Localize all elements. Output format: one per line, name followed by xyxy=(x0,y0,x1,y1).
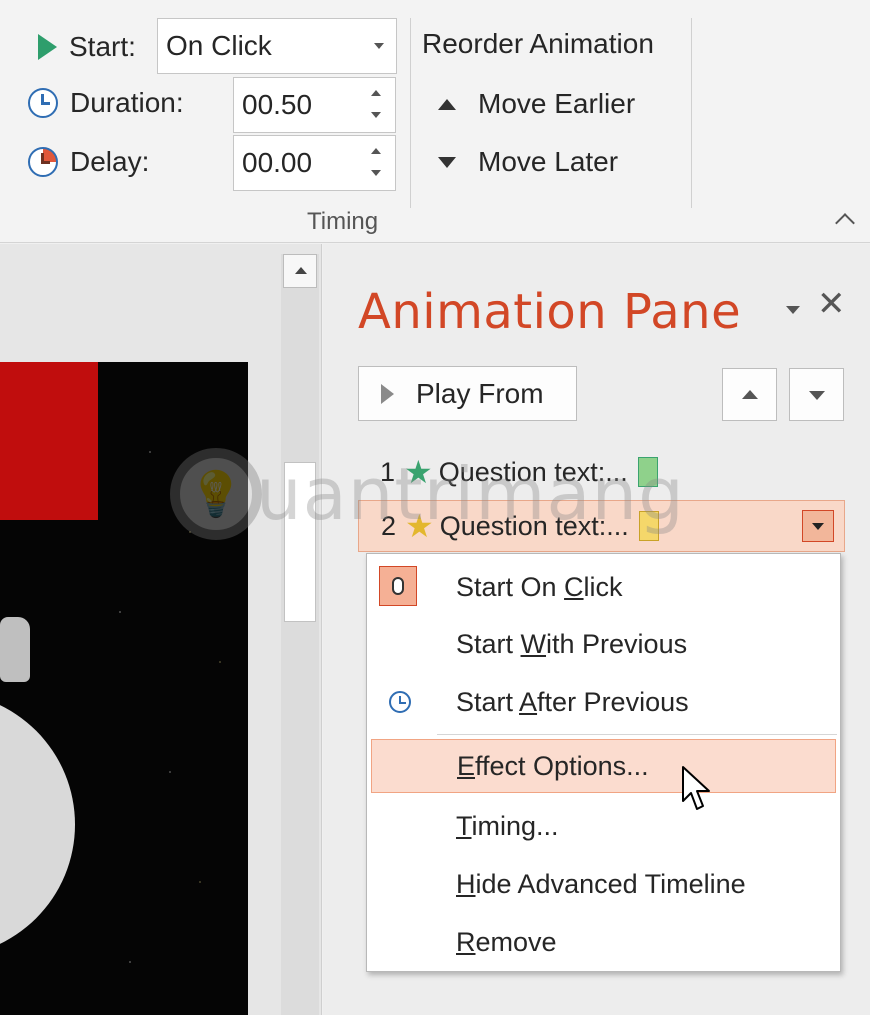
ribbon-divider xyxy=(691,18,692,208)
duration-label: Duration: xyxy=(70,87,184,118)
spin-down-icon[interactable] xyxy=(371,112,381,118)
menu-accel: E xyxy=(457,750,476,781)
delay-label: Delay: xyxy=(70,146,150,177)
move-earlier-button[interactable]: Move Earlier xyxy=(438,88,635,120)
close-icon[interactable]: ✕ xyxy=(817,284,846,324)
lightbulb-icon: 💡 xyxy=(170,448,262,540)
menu-accel: A xyxy=(519,686,538,717)
collapse-ribbon-icon[interactable] xyxy=(835,213,855,233)
menu-text: ith Previous xyxy=(546,628,688,659)
menu-text: ide Advanced Timeline xyxy=(475,868,746,899)
slide-red-shape[interactable] xyxy=(0,362,98,520)
ribbon-divider xyxy=(410,18,411,208)
astronaut-image[interactable] xyxy=(0,617,30,682)
menu-text: fter Previous xyxy=(537,686,689,717)
start-label: Start: xyxy=(69,31,136,62)
start-row: Start: xyxy=(38,31,136,63)
start-value: On Click xyxy=(166,30,272,61)
menu-item-start-with-previous[interactable]: Start With Previous xyxy=(371,617,836,671)
item-dropdown-button[interactable] xyxy=(802,510,834,542)
duration-value: 00.50 xyxy=(242,89,313,120)
move-earlier-label: Move Earlier xyxy=(478,88,636,119)
move-up-button[interactable] xyxy=(722,368,777,421)
delay-value: 00.00 xyxy=(242,147,313,178)
play-from-button[interactable]: Play From xyxy=(358,366,577,421)
menu-text: Start xyxy=(456,628,521,659)
duration-clock-icon xyxy=(28,88,58,118)
menu-text: emove xyxy=(475,926,557,957)
play-from-label: Play From xyxy=(416,377,544,409)
mouse-cursor-icon xyxy=(682,766,710,810)
watermark: 💡 uantrimang xyxy=(170,448,685,540)
slide-editor xyxy=(0,244,322,1015)
menu-text: Start xyxy=(456,686,520,717)
watermark-text: uantrimang xyxy=(256,452,685,536)
vertical-scrollbar[interactable] xyxy=(281,254,319,1015)
menu-item-hide-advanced-timeline[interactable]: Hide Advanced Timeline xyxy=(371,857,836,911)
menu-item-remove[interactable]: Remove xyxy=(371,915,836,969)
delay-row: Delay: xyxy=(28,146,149,178)
menu-accel: C xyxy=(564,571,584,602)
context-menu: Start On Click Start With Previous Start… xyxy=(366,553,841,972)
duration-row: Duration: xyxy=(28,87,184,119)
menu-text: iming... xyxy=(471,810,559,841)
delay-spinner[interactable]: 00.00 xyxy=(233,135,396,191)
move-later-button[interactable]: Move Later xyxy=(438,146,618,178)
menu-item-start-after-previous[interactable]: Start After Previous xyxy=(371,675,836,729)
menu-text: lick xyxy=(583,571,623,602)
menu-accel: R xyxy=(456,926,476,957)
menu-item-effect-options[interactable]: Effect Options... xyxy=(371,739,836,793)
duration-spinner[interactable]: 00.50 xyxy=(233,77,396,133)
menu-accel: W xyxy=(520,628,547,659)
moon-image[interactable] xyxy=(0,692,75,957)
menu-text: Start On xyxy=(456,571,565,602)
clock-icon xyxy=(389,691,411,713)
menu-accel: T xyxy=(456,810,472,841)
triangle-down-icon xyxy=(438,156,456,168)
spin-down-icon[interactable] xyxy=(371,170,381,176)
mouse-click-icon xyxy=(379,566,417,606)
move-later-label: Move Later xyxy=(478,146,619,177)
scroll-up-button[interactable] xyxy=(283,254,317,288)
play-icon xyxy=(381,383,394,404)
start-icon xyxy=(38,34,57,60)
spin-up-icon[interactable] xyxy=(371,90,381,96)
menu-text: ffect Options... xyxy=(475,750,649,781)
pane-title: Animation Pane xyxy=(358,284,742,340)
spin-up-icon[interactable] xyxy=(371,148,381,154)
menu-item-timing[interactable]: Timing... xyxy=(371,799,836,853)
delay-clock-icon xyxy=(28,147,58,177)
timing-group-label: Timing xyxy=(307,208,379,235)
start-combobox[interactable]: On Click xyxy=(157,18,397,74)
menu-item-start-on-click[interactable]: Start On Click xyxy=(371,560,836,614)
menu-separator xyxy=(437,734,837,735)
pane-options-icon[interactable] xyxy=(786,306,800,314)
move-down-button[interactable] xyxy=(789,368,844,421)
triangle-up-icon xyxy=(438,98,456,110)
reorder-animation-title: Reorder Animation xyxy=(422,28,654,59)
chevron-down-icon[interactable] xyxy=(374,43,384,49)
menu-accel: H xyxy=(456,868,476,899)
ribbon-animations: Start: On Click Duration: 00.50 Delay: 0… xyxy=(0,0,870,243)
